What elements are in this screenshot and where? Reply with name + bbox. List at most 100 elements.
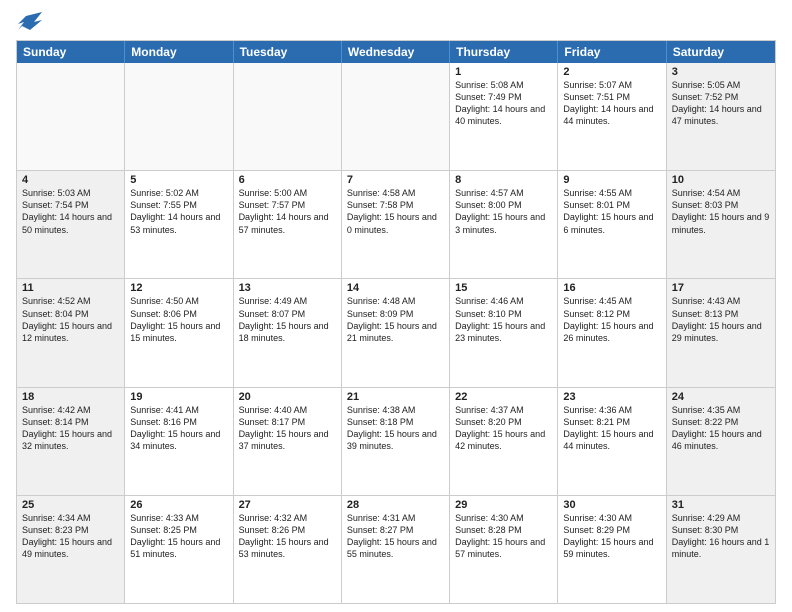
- day-cell: 5Sunrise: 5:02 AM Sunset: 7:55 PM Daylig…: [125, 171, 233, 278]
- day-cell: 15Sunrise: 4:46 AM Sunset: 8:10 PM Dayli…: [450, 279, 558, 386]
- day-number: 27: [239, 499, 336, 511]
- day-info: Sunrise: 4:33 AM Sunset: 8:25 PM Dayligh…: [130, 512, 227, 561]
- day-number: 22: [455, 391, 552, 403]
- calendar: SundayMondayTuesdayWednesdayThursdayFrid…: [16, 40, 776, 604]
- day-cell: 27Sunrise: 4:32 AM Sunset: 8:26 PM Dayli…: [234, 496, 342, 603]
- day-cell: 2Sunrise: 5:07 AM Sunset: 7:51 PM Daylig…: [558, 63, 666, 170]
- day-number: 25: [22, 499, 119, 511]
- week-row: 11Sunrise: 4:52 AM Sunset: 8:04 PM Dayli…: [17, 278, 775, 386]
- day-cell: 11Sunrise: 4:52 AM Sunset: 8:04 PM Dayli…: [17, 279, 125, 386]
- day-info: Sunrise: 4:42 AM Sunset: 8:14 PM Dayligh…: [22, 404, 119, 453]
- day-header-monday: Monday: [125, 41, 233, 63]
- day-number: 26: [130, 499, 227, 511]
- day-number: 6: [239, 174, 336, 186]
- day-number: 23: [563, 391, 660, 403]
- day-number: 30: [563, 499, 660, 511]
- day-cell: 7Sunrise: 4:58 AM Sunset: 7:58 PM Daylig…: [342, 171, 450, 278]
- day-number: 7: [347, 174, 444, 186]
- day-info: Sunrise: 4:37 AM Sunset: 8:20 PM Dayligh…: [455, 404, 552, 453]
- day-info: Sunrise: 4:50 AM Sunset: 8:06 PM Dayligh…: [130, 295, 227, 344]
- day-cell: [234, 63, 342, 170]
- page: SundayMondayTuesdayWednesdayThursdayFrid…: [0, 0, 792, 612]
- week-row: 1Sunrise: 5:08 AM Sunset: 7:49 PM Daylig…: [17, 63, 775, 170]
- day-header-friday: Friday: [558, 41, 666, 63]
- day-number: 9: [563, 174, 660, 186]
- day-cell: 6Sunrise: 5:00 AM Sunset: 7:57 PM Daylig…: [234, 171, 342, 278]
- day-cell: 30Sunrise: 4:30 AM Sunset: 8:29 PM Dayli…: [558, 496, 666, 603]
- logo-bird-icon: [18, 12, 42, 32]
- day-cell: 13Sunrise: 4:49 AM Sunset: 8:07 PM Dayli…: [234, 279, 342, 386]
- day-cell: 23Sunrise: 4:36 AM Sunset: 8:21 PM Dayli…: [558, 388, 666, 495]
- day-info: Sunrise: 4:55 AM Sunset: 8:01 PM Dayligh…: [563, 187, 660, 236]
- week-row: 4Sunrise: 5:03 AM Sunset: 7:54 PM Daylig…: [17, 170, 775, 278]
- day-cell: 1Sunrise: 5:08 AM Sunset: 7:49 PM Daylig…: [450, 63, 558, 170]
- day-header-thursday: Thursday: [450, 41, 558, 63]
- day-number: 4: [22, 174, 119, 186]
- day-cell: [125, 63, 233, 170]
- day-cell: 9Sunrise: 4:55 AM Sunset: 8:01 PM Daylig…: [558, 171, 666, 278]
- day-cell: 18Sunrise: 4:42 AM Sunset: 8:14 PM Dayli…: [17, 388, 125, 495]
- day-number: 3: [672, 66, 770, 78]
- day-cell: 25Sunrise: 4:34 AM Sunset: 8:23 PM Dayli…: [17, 496, 125, 603]
- day-cell: [17, 63, 125, 170]
- day-info: Sunrise: 4:36 AM Sunset: 8:21 PM Dayligh…: [563, 404, 660, 453]
- day-info: Sunrise: 4:54 AM Sunset: 8:03 PM Dayligh…: [672, 187, 770, 236]
- day-cell: 21Sunrise: 4:38 AM Sunset: 8:18 PM Dayli…: [342, 388, 450, 495]
- day-cell: 16Sunrise: 4:45 AM Sunset: 8:12 PM Dayli…: [558, 279, 666, 386]
- day-number: 16: [563, 282, 660, 294]
- day-number: 8: [455, 174, 552, 186]
- weeks: 1Sunrise: 5:08 AM Sunset: 7:49 PM Daylig…: [17, 63, 775, 603]
- day-number: 12: [130, 282, 227, 294]
- day-info: Sunrise: 4:38 AM Sunset: 8:18 PM Dayligh…: [347, 404, 444, 453]
- day-number: 10: [672, 174, 770, 186]
- day-info: Sunrise: 5:07 AM Sunset: 7:51 PM Dayligh…: [563, 79, 660, 128]
- day-header-saturday: Saturday: [667, 41, 775, 63]
- day-cell: 12Sunrise: 4:50 AM Sunset: 8:06 PM Dayli…: [125, 279, 233, 386]
- day-cell: 17Sunrise: 4:43 AM Sunset: 8:13 PM Dayli…: [667, 279, 775, 386]
- day-cell: 24Sunrise: 4:35 AM Sunset: 8:22 PM Dayli…: [667, 388, 775, 495]
- day-cell: 29Sunrise: 4:30 AM Sunset: 8:28 PM Dayli…: [450, 496, 558, 603]
- day-cell: 8Sunrise: 4:57 AM Sunset: 8:00 PM Daylig…: [450, 171, 558, 278]
- day-info: Sunrise: 4:43 AM Sunset: 8:13 PM Dayligh…: [672, 295, 770, 344]
- day-header-wednesday: Wednesday: [342, 41, 450, 63]
- day-info: Sunrise: 4:41 AM Sunset: 8:16 PM Dayligh…: [130, 404, 227, 453]
- day-number: 5: [130, 174, 227, 186]
- day-info: Sunrise: 5:08 AM Sunset: 7:49 PM Dayligh…: [455, 79, 552, 128]
- day-info: Sunrise: 4:29 AM Sunset: 8:30 PM Dayligh…: [672, 512, 770, 561]
- day-header-tuesday: Tuesday: [234, 41, 342, 63]
- day-number: 19: [130, 391, 227, 403]
- day-number: 13: [239, 282, 336, 294]
- day-cell: 22Sunrise: 4:37 AM Sunset: 8:20 PM Dayli…: [450, 388, 558, 495]
- logo: [16, 12, 42, 32]
- day-info: Sunrise: 4:58 AM Sunset: 7:58 PM Dayligh…: [347, 187, 444, 236]
- day-number: 15: [455, 282, 552, 294]
- day-number: 2: [563, 66, 660, 78]
- day-cell: 31Sunrise: 4:29 AM Sunset: 8:30 PM Dayli…: [667, 496, 775, 603]
- day-info: Sunrise: 5:02 AM Sunset: 7:55 PM Dayligh…: [130, 187, 227, 236]
- day-number: 31: [672, 499, 770, 511]
- week-row: 18Sunrise: 4:42 AM Sunset: 8:14 PM Dayli…: [17, 387, 775, 495]
- day-cell: 4Sunrise: 5:03 AM Sunset: 7:54 PM Daylig…: [17, 171, 125, 278]
- day-info: Sunrise: 4:52 AM Sunset: 8:04 PM Dayligh…: [22, 295, 119, 344]
- day-cell: 28Sunrise: 4:31 AM Sunset: 8:27 PM Dayli…: [342, 496, 450, 603]
- day-number: 1: [455, 66, 552, 78]
- day-info: Sunrise: 5:05 AM Sunset: 7:52 PM Dayligh…: [672, 79, 770, 128]
- day-info: Sunrise: 5:00 AM Sunset: 7:57 PM Dayligh…: [239, 187, 336, 236]
- day-number: 20: [239, 391, 336, 403]
- day-number: 18: [22, 391, 119, 403]
- day-cell: 3Sunrise: 5:05 AM Sunset: 7:52 PM Daylig…: [667, 63, 775, 170]
- day-info: Sunrise: 4:35 AM Sunset: 8:22 PM Dayligh…: [672, 404, 770, 453]
- day-info: Sunrise: 4:30 AM Sunset: 8:29 PM Dayligh…: [563, 512, 660, 561]
- day-number: 28: [347, 499, 444, 511]
- day-info: Sunrise: 5:03 AM Sunset: 7:54 PM Dayligh…: [22, 187, 119, 236]
- day-info: Sunrise: 4:40 AM Sunset: 8:17 PM Dayligh…: [239, 404, 336, 453]
- day-cell: 10Sunrise: 4:54 AM Sunset: 8:03 PM Dayli…: [667, 171, 775, 278]
- day-info: Sunrise: 4:46 AM Sunset: 8:10 PM Dayligh…: [455, 295, 552, 344]
- day-number: 17: [672, 282, 770, 294]
- day-cell: 19Sunrise: 4:41 AM Sunset: 8:16 PM Dayli…: [125, 388, 233, 495]
- day-number: 24: [672, 391, 770, 403]
- day-number: 21: [347, 391, 444, 403]
- day-info: Sunrise: 4:31 AM Sunset: 8:27 PM Dayligh…: [347, 512, 444, 561]
- day-number: 11: [22, 282, 119, 294]
- day-info: Sunrise: 4:49 AM Sunset: 8:07 PM Dayligh…: [239, 295, 336, 344]
